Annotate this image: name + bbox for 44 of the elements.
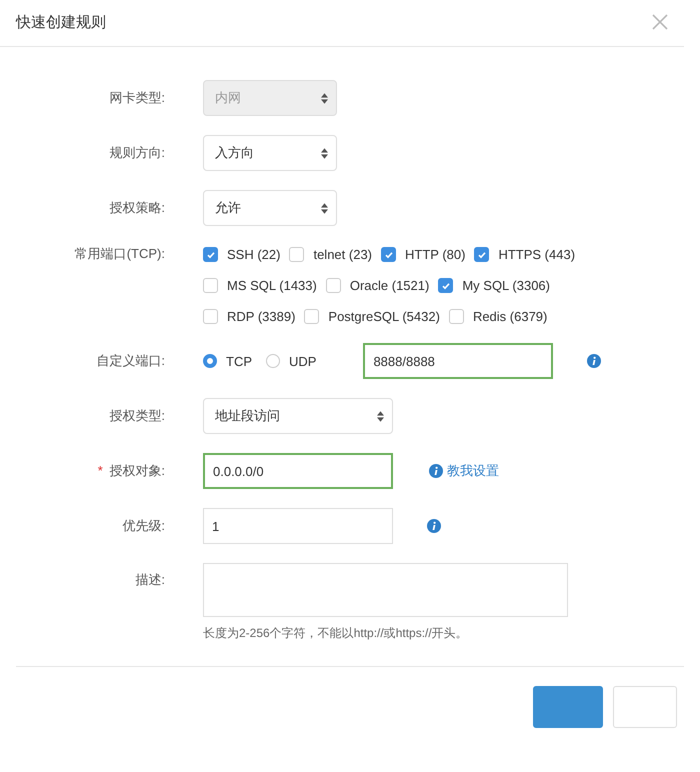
- select-field[interactable]: 入方向: [203, 135, 337, 171]
- required-mark: *: [98, 463, 103, 478]
- field-label: 描述:: [135, 572, 165, 587]
- caret-icon: [321, 92, 328, 104]
- field-label: 优先级:: [122, 518, 165, 533]
- field-label: 规则方向:: [109, 145, 165, 160]
- field-label: 授权对象:: [109, 463, 165, 478]
- check-icon: [206, 250, 216, 260]
- field-label: 网卡类型:: [109, 90, 165, 105]
- protocol-radio[interactable]: UDP: [266, 354, 316, 368]
- port-checkbox[interactable]: HTTPS (443): [474, 247, 576, 262]
- select-field[interactable]: 地址段访问: [203, 398, 393, 434]
- port-checkbox[interactable]: My SQL (3306): [438, 278, 550, 293]
- help-link[interactable]: 教我设置: [429, 462, 499, 480]
- port-checkbox[interactable]: HTTP (80): [381, 247, 466, 262]
- field-label: 自定义端口:: [96, 353, 165, 368]
- secondary-button[interactable]: [613, 686, 677, 728]
- port-checkbox[interactable]: SSH (22): [203, 247, 280, 262]
- port-input[interactable]: 8888/8888: [363, 343, 554, 379]
- close-icon[interactable]: [652, 14, 668, 30]
- port-checkbox[interactable]: PostgreSQL (5432): [304, 309, 440, 324]
- caret-icon: [377, 410, 384, 422]
- field-label: 常用端口(TCP):: [74, 246, 165, 261]
- port-checkbox[interactable]: MS SQL (1433): [203, 278, 317, 293]
- port-checkbox[interactable]: telnet (23): [289, 247, 372, 262]
- caret-icon: [321, 148, 328, 158]
- protocol-radio[interactable]: TCP: [203, 354, 252, 368]
- field-label: 授权类型:: [109, 408, 165, 423]
- description-textarea[interactable]: [203, 563, 568, 617]
- hint-text: 长度为2-256个字符，不能以http://或https://开头。: [203, 625, 469, 642]
- info-icon: [429, 464, 443, 478]
- port-checkbox[interactable]: RDP (3389): [203, 309, 296, 324]
- port-checkbox[interactable]: Redis (6379): [448, 309, 548, 324]
- check-icon: [440, 280, 451, 290]
- check-icon: [476, 250, 487, 260]
- port-checkbox[interactable]: Oracle (1521): [326, 278, 430, 293]
- field-label: 授权策略:: [109, 200, 165, 215]
- caret-icon: [321, 202, 328, 214]
- text-input[interactable]: 0.0.0.0/0: [203, 453, 393, 489]
- select-field[interactable]: 允许: [203, 190, 337, 226]
- check-icon: [384, 250, 394, 260]
- dialog-title: 快速创建规则: [16, 12, 106, 32]
- primary-button[interactable]: [533, 686, 603, 728]
- text-input[interactable]: 1: [203, 508, 393, 544]
